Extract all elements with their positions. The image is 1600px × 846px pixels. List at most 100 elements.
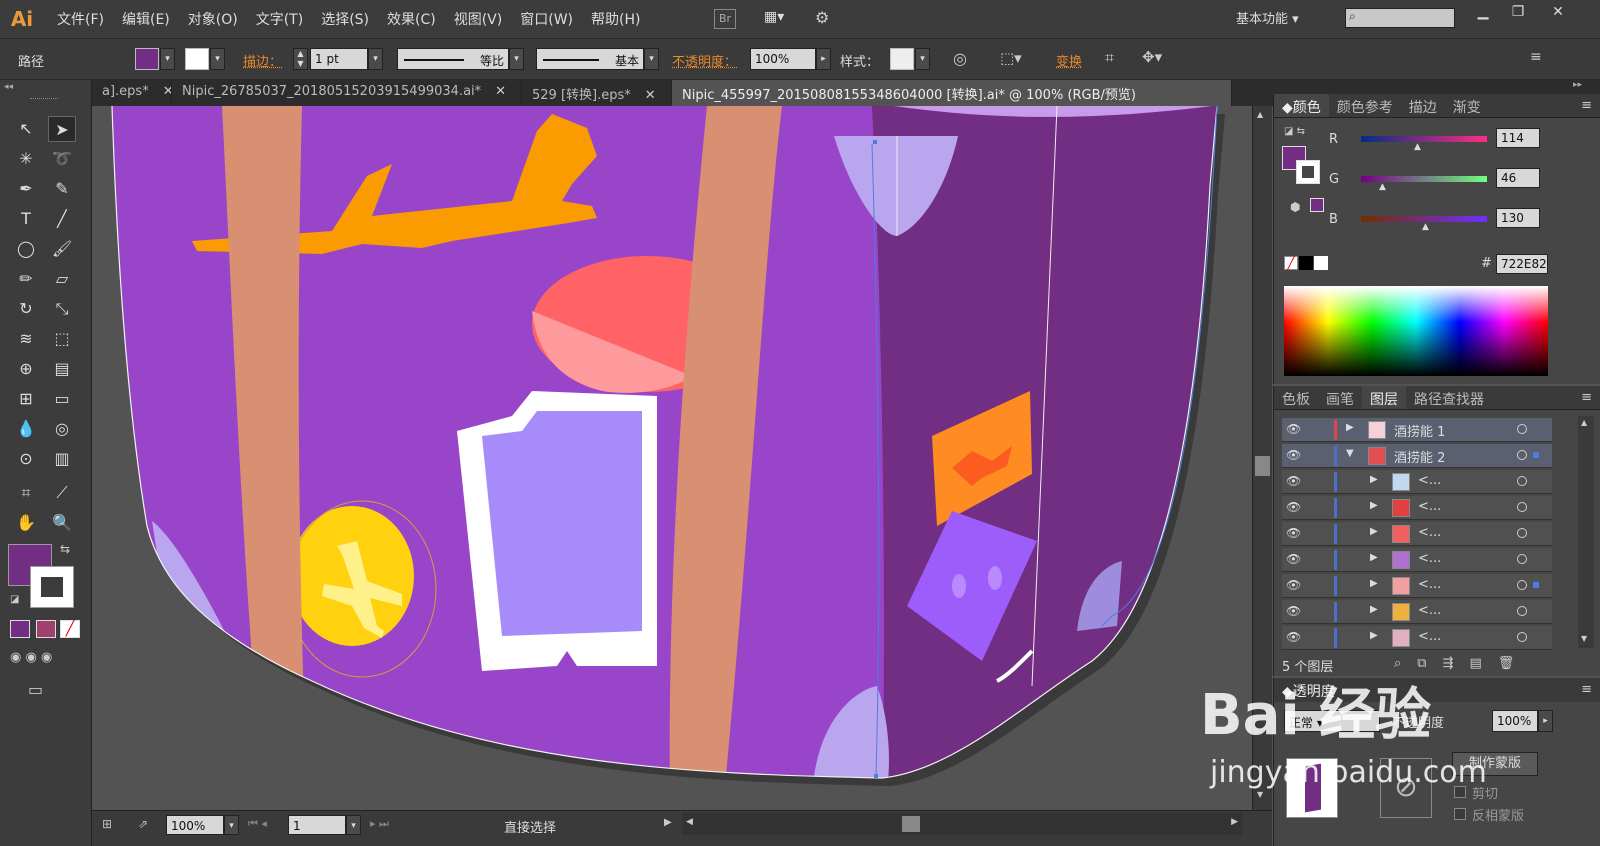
hand-tool-icon[interactable]: ✋ xyxy=(12,510,40,536)
lasso-icon[interactable]: ➰ xyxy=(48,146,76,172)
locate-object-icon[interactable]: ⌕ xyxy=(1394,656,1417,671)
b-value[interactable]: 130 xyxy=(1496,208,1540,228)
transparency-opacity-field[interactable]: 100% xyxy=(1492,710,1538,732)
target-circle-icon[interactable] xyxy=(1517,528,1527,538)
selection-indicator[interactable] xyxy=(1533,582,1539,588)
perspective-grid-icon[interactable]: ▤ xyxy=(48,356,76,382)
magic-wand-icon[interactable]: ✳ xyxy=(12,146,40,172)
horizontal-scroll-thumb[interactable] xyxy=(902,816,920,832)
visibility-eye-icon[interactable]: 👁 xyxy=(1286,474,1304,488)
expand-down-icon[interactable]: ▼ xyxy=(1346,448,1354,459)
target-circle-icon[interactable] xyxy=(1517,554,1527,564)
stroke-swatch[interactable] xyxy=(185,48,209,70)
opacity-arrow[interactable]: ▸ xyxy=(816,48,831,70)
brush-dropdown[interactable]: ▾ xyxy=(644,48,659,70)
bridge-button[interactable]: Br xyxy=(714,9,736,29)
status-menu-arrow[interactable]: ▶ xyxy=(664,817,672,828)
tab-color[interactable]: ◆颜色 xyxy=(1274,94,1329,117)
profile-dropdown[interactable]: ▾ xyxy=(509,48,524,70)
stroke-weight-dropdown[interactable]: ▾ xyxy=(368,48,383,70)
gradient-mode-icon[interactable] xyxy=(36,620,56,638)
stroke-label[interactable]: 描边： xyxy=(243,51,282,70)
default-fill-stroke-icon[interactable]: ◪ ⇆ xyxy=(1284,126,1305,137)
align-icon[interactable]: ⬚▾ xyxy=(1000,49,1022,67)
menu-item[interactable]: 文件(F) xyxy=(48,9,113,29)
tab-doc-1[interactable]: a].eps*✕ xyxy=(92,80,172,106)
target-circle-icon[interactable] xyxy=(1517,424,1527,434)
none-swatch[interactable]: ╱ xyxy=(1284,256,1298,270)
visibility-eye-icon[interactable]: 👁 xyxy=(1286,526,1304,540)
layer-row[interactable]: 👁 ▶ <... xyxy=(1282,574,1552,598)
artboard-nav-icon[interactable]: ⊞ xyxy=(102,817,112,831)
artboard-dropdown[interactable]: ▾ xyxy=(346,815,361,835)
direct-selection-tool-icon[interactable]: ➤ xyxy=(48,116,76,142)
expand-right-icon[interactable]: ▶ xyxy=(1370,526,1378,537)
first-artboard-icon[interactable]: ⏮ ◂ xyxy=(248,817,267,831)
screen-mode-icon[interactable]: ▭ xyxy=(28,680,56,702)
menu-item[interactable]: 选择(S) xyxy=(312,9,378,29)
toolbox-grip[interactable] xyxy=(30,98,58,101)
restore-button[interactable]: ❐ xyxy=(1505,4,1531,24)
expand-right-icon[interactable]: ▶ xyxy=(1370,630,1378,641)
stroke-color-chip[interactable] xyxy=(1296,160,1320,184)
color-mode-icon[interactable] xyxy=(10,620,30,638)
target-circle-icon[interactable] xyxy=(1517,502,1527,512)
free-transform-icon[interactable]: ⬚ xyxy=(48,326,76,352)
style-dropdown[interactable]: ▾ xyxy=(915,48,930,70)
r-slider-handle[interactable]: ▲ xyxy=(1414,142,1421,152)
selection-indicator[interactable] xyxy=(1533,452,1539,458)
g-slider-handle[interactable]: ▲ xyxy=(1379,182,1386,192)
white-swatch[interactable] xyxy=(1314,256,1328,270)
shape-builder-icon[interactable]: ⊕ xyxy=(12,356,40,382)
panel-menu-icon[interactable]: ≡ xyxy=(1581,390,1592,405)
warp-tool-icon[interactable]: ≋ xyxy=(12,326,40,352)
tab-doc-3[interactable]: 529 [转换].eps* ✕ xyxy=(522,80,672,106)
slice-tool-icon[interactable]: ⟋ xyxy=(48,480,76,506)
suitcase-artwork[interactable] xyxy=(92,106,1252,810)
r-value[interactable]: 114 xyxy=(1496,128,1540,148)
hex-value[interactable]: 722E82 xyxy=(1496,254,1548,274)
fill-dropdown-arrow[interactable]: ▾ xyxy=(160,48,175,70)
stroke-weight-field[interactable]: 1 pt xyxy=(310,48,368,70)
visibility-eye-icon[interactable]: 👁 xyxy=(1286,448,1304,462)
curvature-pen-icon[interactable]: ✎ xyxy=(48,176,76,202)
rotate-tool-icon[interactable]: ↻ xyxy=(12,296,40,322)
expand-right-icon[interactable]: ▶ xyxy=(1370,604,1378,615)
scroll-right-icon[interactable]: ▶ xyxy=(1231,817,1238,827)
layer-row[interactable]: 👁 ▶ <... xyxy=(1282,626,1552,650)
target-circle-icon[interactable] xyxy=(1517,632,1527,642)
menu-item[interactable]: 效果(C) xyxy=(378,9,445,29)
zoom-tool-icon[interactable]: 🔍 xyxy=(48,510,76,536)
tab-stroke[interactable]: 描边 xyxy=(1401,94,1445,117)
target-circle-icon[interactable] xyxy=(1517,450,1527,460)
visibility-eye-icon[interactable]: 👁 xyxy=(1286,604,1304,618)
gamut-color-chip[interactable] xyxy=(1310,198,1324,212)
panel-menu-icon[interactable]: ≡ xyxy=(1530,49,1542,65)
menu-item[interactable]: 帮助(H) xyxy=(582,9,649,29)
layer-row[interactable]: 👁 ▶ <... xyxy=(1282,600,1552,624)
variable-width-profile[interactable]: 等比 xyxy=(397,48,509,70)
scale-tool-icon[interactable]: ⤡ xyxy=(48,296,76,322)
ellipse-tool-icon[interactable]: ◯ xyxy=(12,236,40,262)
tab-doc-2[interactable]: Nipic_26785037_20180515203915499034.ai* ✕ xyxy=(172,80,522,106)
transparency-opacity-arrow[interactable]: ▸ xyxy=(1538,710,1553,732)
panel-menu-icon[interactable]: ≡ xyxy=(1581,682,1592,697)
layer-row[interactable]: 👁 ▶ <... xyxy=(1282,548,1552,572)
scroll-up-icon[interactable]: ▲ xyxy=(1257,110,1263,119)
menu-item[interactable]: 对象(O) xyxy=(179,9,247,29)
menu-item[interactable]: 视图(V) xyxy=(445,9,512,29)
tab-layers[interactable]: 图层 xyxy=(1362,386,1406,409)
opacity-label[interactable]: 不透明度： xyxy=(672,51,737,70)
artboard-number-field[interactable]: 1 xyxy=(288,815,346,835)
menu-item[interactable]: 文字(T) xyxy=(247,9,312,29)
visibility-eye-icon[interactable]: 👁 xyxy=(1286,500,1304,514)
selection-tool-icon[interactable]: ↖ xyxy=(12,116,40,142)
b-slider-handle[interactable]: ▲ xyxy=(1422,222,1429,232)
expand-right-icon[interactable]: ▶ xyxy=(1370,578,1378,589)
collapse-icon[interactable]: ◂◂ xyxy=(4,82,13,92)
swap-colors-icon[interactable]: ⇆ xyxy=(60,542,70,556)
delete-layer-icon[interactable]: 🗑 xyxy=(1498,656,1531,671)
type-tool-icon[interactable]: T xyxy=(12,206,40,232)
make-clip-mask-icon[interactable]: ⧉ xyxy=(1417,656,1442,671)
menu-item[interactable]: 窗口(W) xyxy=(511,9,582,29)
